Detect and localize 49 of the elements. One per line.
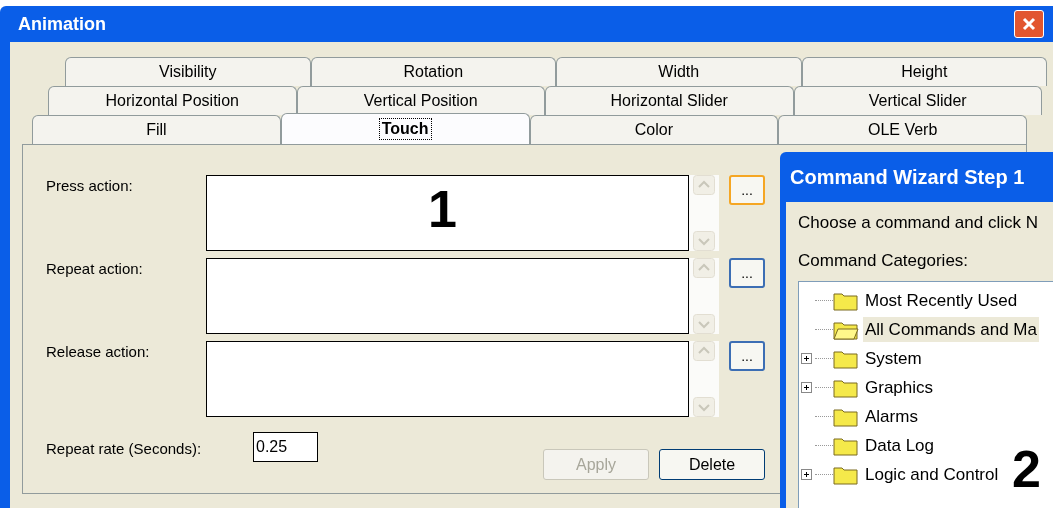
open-folder-icon — [833, 319, 859, 340]
annotation-number: 1 — [428, 183, 457, 235]
field-label: Repeat rate (Seconds): — [46, 439, 203, 459]
close-button[interactable] — [1014, 10, 1044, 38]
close-icon — [1022, 17, 1036, 31]
categories-label: Command Categories: — [798, 249, 970, 272]
instruction-text: Choose a command and click N — [798, 212, 1039, 234]
tab[interactable]: Visibility — [65, 57, 311, 86]
tree-item[interactable]: Logic and Control — [863, 461, 1001, 488]
folder-icon — [833, 348, 859, 369]
expand-icon[interactable] — [801, 353, 812, 364]
tab[interactable]: Horizontal Position — [48, 86, 297, 115]
browse-button[interactable]: ... — [729, 258, 765, 288]
folder-icon — [833, 290, 859, 311]
window-title: Command Wizard Step 1 — [790, 165, 1025, 190]
tree-item[interactable]: All Commands and Ma — [863, 316, 1039, 343]
tree-item[interactable]: Data Log — [863, 432, 936, 459]
folder-icon — [833, 464, 859, 485]
action-field[interactable] — [206, 175, 689, 251]
expand-icon[interactable] — [801, 382, 812, 393]
tree-item[interactable]: System — [863, 345, 924, 372]
tab[interactable]: Fill — [32, 115, 281, 144]
tab[interactable]: Horizontal Slider — [545, 86, 794, 115]
dialog-button[interactable]: Delete — [659, 449, 765, 480]
repeat-rate-field[interactable]: 0.25 — [253, 432, 318, 462]
tab[interactable]: Color — [529, 115, 779, 144]
browse-button[interactable]: ... — [729, 341, 765, 371]
field-label: Repeat action: — [46, 259, 144, 279]
field-label: Press action: — [46, 176, 134, 196]
field-label: Release action: — [46, 342, 151, 362]
action-field[interactable] — [206, 258, 689, 334]
expand-icon[interactable] — [801, 469, 812, 480]
tab[interactable]: Vertical Slider — [793, 86, 1042, 115]
tree-item[interactable]: Alarms — [863, 403, 920, 430]
tab[interactable]: Touch — [280, 113, 530, 144]
tree-item[interactable]: Graphics — [863, 374, 936, 401]
tree-item[interactable]: Most Recently Used — [863, 287, 1020, 314]
tab[interactable]: OLE Verb — [778, 115, 1027, 144]
action-field[interactable] — [206, 341, 689, 417]
folder-icon — [833, 377, 859, 398]
folder-icon — [833, 406, 859, 427]
window-title: Animation — [17, 12, 106, 36]
tab[interactable]: Width — [556, 57, 802, 86]
tab[interactable]: Vertical Position — [296, 86, 545, 115]
tab[interactable]: Rotation — [310, 57, 556, 86]
folder-icon — [833, 435, 859, 456]
browse-button[interactable]: ... — [729, 175, 765, 205]
tab[interactable]: Height — [801, 57, 1047, 86]
annotation-number: 2 — [1012, 443, 1041, 495]
